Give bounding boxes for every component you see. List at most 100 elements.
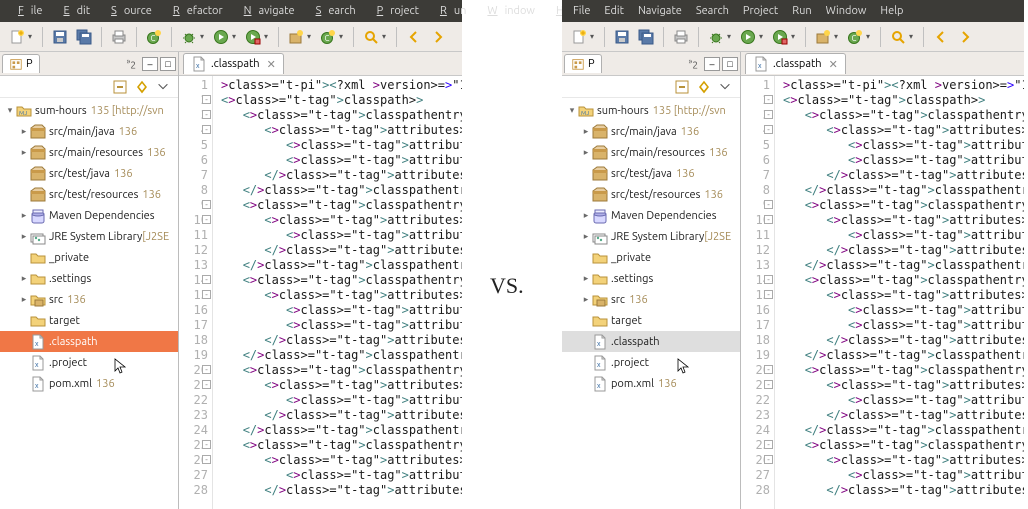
menu-edit[interactable]: Edit xyxy=(49,2,97,20)
fold-toggle[interactable]: - xyxy=(202,95,211,104)
dropdown-arrow-icon[interactable]: ▾ xyxy=(866,32,874,41)
nav-forward-button[interactable] xyxy=(954,26,976,48)
fold-toggle[interactable]: - xyxy=(764,380,773,389)
fold-toggle[interactable]: - xyxy=(764,290,773,299)
menu-window[interactable]: Window xyxy=(473,2,542,20)
menu-run[interactable]: Run xyxy=(785,2,818,20)
view-menu-button[interactable] xyxy=(718,79,734,95)
search-button[interactable] xyxy=(887,26,909,48)
print-button[interactable] xyxy=(108,26,130,48)
menu-project[interactable]: Project xyxy=(363,2,426,20)
dropdown-arrow-icon[interactable]: ▾ xyxy=(759,32,767,41)
tree-item[interactable]: ▸src 136 xyxy=(562,289,740,310)
tree-item[interactable]: ▸x.project xyxy=(0,352,178,373)
menu-project[interactable]: Project xyxy=(736,2,785,20)
menu-search[interactable]: Search xyxy=(302,2,363,20)
fold-toggle[interactable]: - xyxy=(764,200,773,209)
menu-file[interactable]: File xyxy=(4,2,49,20)
tree-item[interactable]: ▸Maven Dependencies xyxy=(562,205,740,226)
new-package-button[interactable] xyxy=(812,26,834,48)
fold-toggle[interactable]: - xyxy=(764,110,773,119)
tree-project[interactable]: ▾MJsum-hours 135 [http://svn xyxy=(562,100,740,121)
debug-button[interactable] xyxy=(178,26,200,48)
minimize-view-button[interactable]: ‒ xyxy=(704,57,720,71)
tab-package-explorer[interactable]: P xyxy=(2,54,40,73)
new-class-button[interactable]: C xyxy=(844,26,866,48)
tree-item[interactable]: ▸src 136 xyxy=(0,289,178,310)
tree-item[interactable]: ▸src/main/resources 136 xyxy=(562,142,740,163)
menu-navigate[interactable]: Navigate xyxy=(230,2,302,20)
menu-help[interactable]: Help xyxy=(873,2,910,20)
new-class-button[interactable]: C xyxy=(317,26,339,48)
tree-item[interactable]: ▸_private xyxy=(562,247,740,268)
tree-project[interactable]: ▾MJsum-hours 135 [http://svn xyxy=(0,100,178,121)
line-gutter[interactable]: 12-3-4-56789-10-11121314-15-1617181920-2… xyxy=(741,76,775,509)
fold-toggle[interactable]: - xyxy=(764,275,773,284)
menu-source[interactable]: Source xyxy=(97,2,159,20)
maximize-view-button[interactable]: □ xyxy=(160,57,176,71)
dropdown-arrow-icon[interactable]: ▾ xyxy=(200,32,208,41)
line-gutter[interactable]: 12-3-4-56789-10-11121314-15-1617181920-2… xyxy=(179,76,213,509)
link-editor-button[interactable] xyxy=(134,79,150,95)
fold-toggle[interactable]: - xyxy=(202,215,211,224)
search-button[interactable] xyxy=(360,26,382,48)
save-button[interactable] xyxy=(611,26,633,48)
nav-back-button[interactable] xyxy=(930,26,952,48)
new-package-button[interactable] xyxy=(285,26,307,48)
save-button[interactable] xyxy=(49,26,71,48)
editor-tab-classpath[interactable]: x.classpath✕ xyxy=(745,53,846,74)
project-tree[interactable]: ▾MJsum-hours 135 [http://svn▸src/main/ja… xyxy=(0,98,178,509)
project-tree[interactable]: ▾MJsum-hours 135 [http://svn▸src/main/ja… xyxy=(562,98,740,509)
fold-toggle[interactable]: - xyxy=(764,215,773,224)
fold-toggle[interactable]: - xyxy=(202,290,211,299)
fold-toggle[interactable]: - xyxy=(202,455,211,464)
debug-button[interactable] xyxy=(705,26,727,48)
run-ext-button[interactable] xyxy=(769,26,791,48)
tree-item[interactable]: ▸target xyxy=(562,310,740,331)
tree-item[interactable]: ▸src/test/java 136 xyxy=(0,163,178,184)
tree-item[interactable]: ▸JRE System Library [J2SE xyxy=(562,226,740,247)
nav-forward-button[interactable] xyxy=(427,26,449,48)
fold-toggle[interactable]: - xyxy=(202,110,211,119)
dropdown-arrow-icon[interactable]: ▾ xyxy=(339,32,347,41)
tree-item[interactable]: ▸x.project xyxy=(562,352,740,373)
menu-file[interactable]: File xyxy=(566,2,597,20)
menu-navigate[interactable]: Navigate xyxy=(631,2,689,20)
tree-item[interactable]: ▸JRE System Library [J2SE xyxy=(0,226,178,247)
dropdown-arrow-icon[interactable]: ▾ xyxy=(791,32,799,41)
dropdown-arrow-icon[interactable]: ▾ xyxy=(232,32,240,41)
tree-item[interactable]: ▸src/main/java 136 xyxy=(562,121,740,142)
tree-item[interactable]: ▸Maven Dependencies xyxy=(0,205,178,226)
dropdown-arrow-icon[interactable]: ▾ xyxy=(382,32,390,41)
editor-tab-classpath[interactable]: x.classpath✕ xyxy=(183,53,284,74)
tree-item[interactable]: ▸src/main/resources 136 xyxy=(0,142,178,163)
fold-toggle[interactable]: - xyxy=(202,440,211,449)
tabs-overflow[interactable]: »2 xyxy=(684,56,702,70)
tree-item[interactable]: ▸src/test/resources 136 xyxy=(562,184,740,205)
tabs-overflow[interactable]: »2 xyxy=(122,56,140,70)
view-menu-button[interactable] xyxy=(156,79,172,95)
tree-item[interactable]: ▸src/test/resources 136 xyxy=(0,184,178,205)
tree-item[interactable]: ▸src/main/java 136 xyxy=(0,121,178,142)
menu-window[interactable]: Window xyxy=(819,2,874,20)
close-tab-icon[interactable]: ✕ xyxy=(829,58,838,71)
fold-toggle[interactable]: - xyxy=(764,125,773,134)
tab-package-explorer[interactable]: P xyxy=(564,54,602,73)
print-button[interactable] xyxy=(670,26,692,48)
maximize-view-button[interactable]: □ xyxy=(722,57,738,71)
tree-item[interactable]: ▸src/test/java 136 xyxy=(562,163,740,184)
dropdown-arrow-icon[interactable]: ▾ xyxy=(28,32,36,41)
dropdown-arrow-icon[interactable]: ▾ xyxy=(264,32,272,41)
close-tab-icon[interactable]: ✕ xyxy=(267,58,276,71)
tree-item[interactable]: ▸target xyxy=(0,310,178,331)
menu-run[interactable]: Run xyxy=(426,2,473,20)
tree-item[interactable]: ▸x.classpath xyxy=(0,331,178,352)
saveall-button[interactable] xyxy=(635,26,657,48)
tree-item[interactable]: ▸x.classpath xyxy=(562,331,740,352)
dropdown-arrow-icon[interactable]: ▾ xyxy=(909,32,917,41)
menu-search[interactable]: Search xyxy=(689,2,736,20)
skip-button[interactable]: C xyxy=(143,26,165,48)
fold-toggle[interactable]: - xyxy=(202,380,211,389)
source-code[interactable]: >class>="t-pi"><?xml >version>=>"1.0"> >… xyxy=(775,76,1024,509)
new-button[interactable] xyxy=(568,26,590,48)
